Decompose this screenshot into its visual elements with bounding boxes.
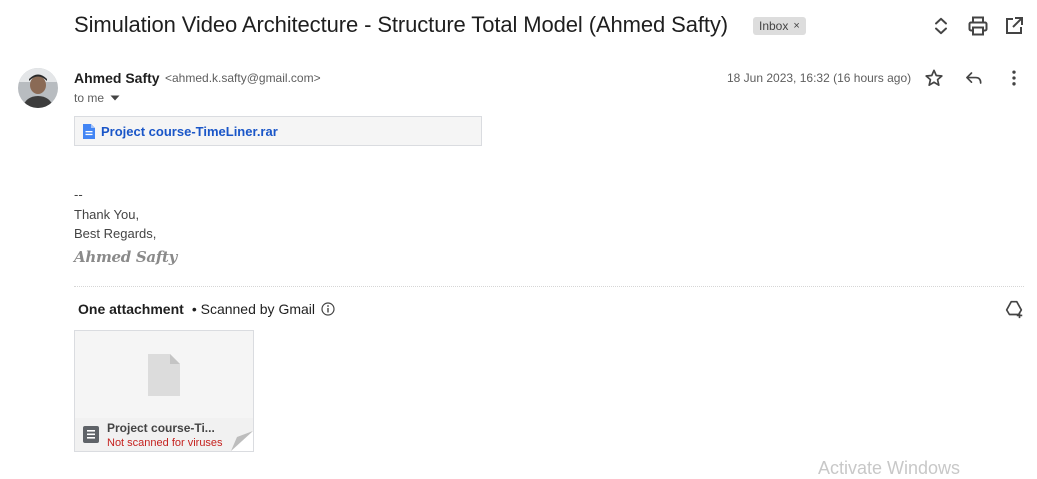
- recipient-line: to me: [74, 91, 105, 105]
- unfold-more-icon[interactable]: [929, 14, 953, 38]
- closing-line-regards: Best Regards,: [74, 226, 157, 241]
- email-date: 18 Jun 2023, 16:32 (16 hours ago): [727, 71, 912, 85]
- more-vert-icon[interactable]: [1002, 66, 1026, 90]
- attachments-header: One attachment • Scanned by Gmail: [78, 301, 335, 317]
- remove-label-icon[interactable]: ×: [793, 17, 799, 35]
- inline-attachment-link[interactable]: Project course-TimeLiner.rar: [74, 116, 482, 146]
- inbox-label-text: Inbox: [759, 19, 789, 33]
- scan-status: • Scanned by Gmail: [191, 301, 315, 317]
- file-icon: [148, 354, 180, 396]
- attachment-card[interactable]: Project course-Ti... Not scanned for vir…: [74, 330, 254, 452]
- archive-file-icon: [83, 426, 99, 443]
- star-icon[interactable]: [922, 66, 946, 90]
- page-curl-corner: [231, 431, 253, 451]
- attachment-thumbnail: [75, 331, 253, 418]
- print-icon[interactable]: [966, 14, 990, 38]
- add-to-drive-icon[interactable]: [1002, 297, 1026, 321]
- attachments-heading: One attachment: [78, 301, 184, 317]
- attachment-footer: Project course-Ti... Not scanned for vir…: [75, 418, 253, 451]
- signature-name: Ahmed Safty: [74, 248, 178, 266]
- reply-icon[interactable]: [962, 66, 986, 90]
- sender-avatar[interactable]: [18, 68, 58, 108]
- attachments-divider: [74, 286, 1024, 287]
- recipient-details-toggle[interactable]: to me: [74, 91, 120, 105]
- closing-line-thanks: Thank You,: [74, 207, 140, 222]
- email-subject: Simulation Video Architecture - Structur…: [74, 12, 729, 37]
- file-icon: [83, 123, 95, 139]
- info-icon[interactable]: [321, 302, 335, 316]
- signature-separator: --: [74, 187, 83, 202]
- attachment-scan-warning: Not scanned for viruses: [107, 437, 223, 449]
- attachment-file-name: Project course-Ti...: [107, 421, 215, 435]
- open-in-new-icon[interactable]: [1002, 14, 1026, 38]
- caret-down-icon: [110, 95, 120, 101]
- inline-attachment-name[interactable]: Project course-TimeLiner.rar: [101, 124, 278, 139]
- sender-email: <ahmed.k.safty@gmail.com>: [165, 71, 321, 85]
- activate-windows-watermark: Activate Windows: [818, 458, 961, 478]
- sender-name[interactable]: Ahmed Safty: [74, 70, 160, 86]
- inbox-label-badge[interactable]: Inbox ×: [753, 17, 806, 35]
